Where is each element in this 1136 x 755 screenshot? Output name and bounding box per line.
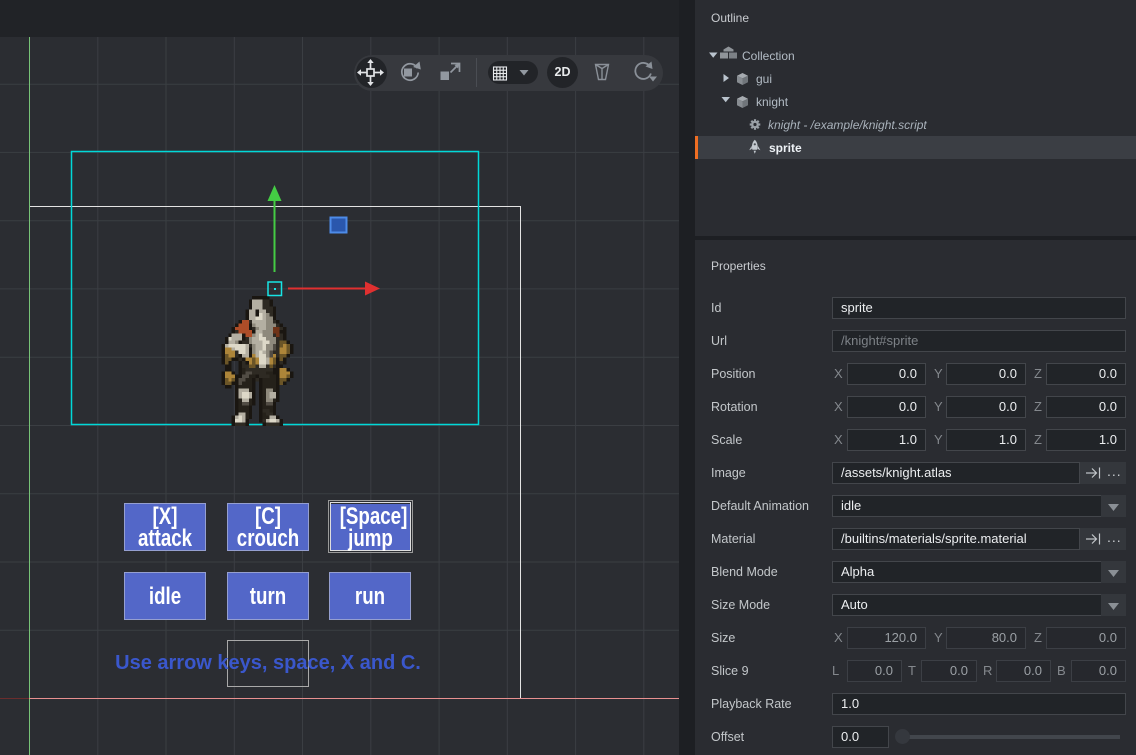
svg-text:...: ... [1107, 463, 1122, 479]
svg-text:...: ... [1107, 529, 1122, 545]
